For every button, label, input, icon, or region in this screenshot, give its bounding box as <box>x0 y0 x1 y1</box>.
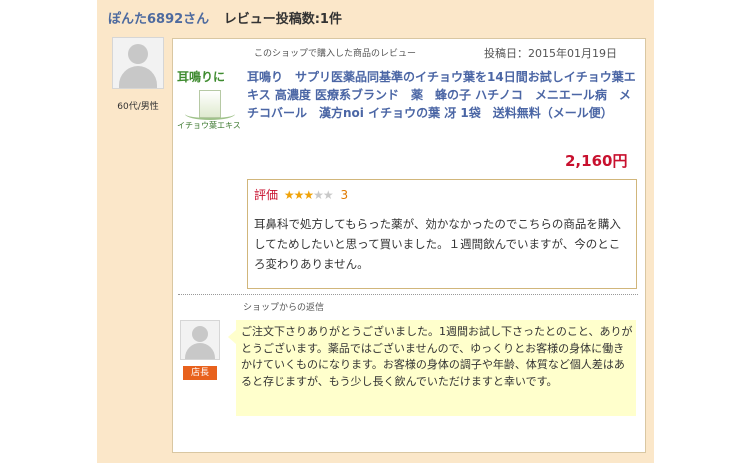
shop-purchase-note: このショップで購入した商品のレビュー <box>254 49 417 59</box>
product-price: 2,160円 <box>565 152 628 170</box>
reviewer-header: ぽんた6892さん レビュー投稿数:1件 <box>108 8 342 27</box>
reviewer-age-gender: 60代/男性 <box>117 102 159 112</box>
stars-filled: ★★★ <box>283 188 314 202</box>
store-manager-badge: 店長 <box>183 366 217 380</box>
avatar-head-shape <box>192 326 208 342</box>
post-date: 投稿日：2015年01月19日 <box>484 47 617 60</box>
shop-reply-label: ショップからの返信 <box>243 303 325 313</box>
rating-stars-icon: ★★★★★ <box>283 188 334 202</box>
rating-label: 評価 <box>254 188 279 202</box>
rating-score: 3 <box>340 188 349 202</box>
rating-row: 評価 ★★★★★ 3 <box>254 186 348 203</box>
reviewer-name-link[interactable]: ぽんた6892さん <box>108 12 209 27</box>
avatar-shoulders-shape <box>185 343 215 359</box>
review-text: 耳鼻科で処方してもらった薬が、効かなかったのでこちらの商品を購入してためしたいと… <box>254 217 621 271</box>
section-divider <box>178 294 638 295</box>
stars-empty: ★★ <box>313 188 333 202</box>
shop-reply-bubble: ご注文下さりありがとうございました。1週間お試し下さったとのこと、ありがとうござ… <box>228 320 636 416</box>
leaf-swoosh-icon <box>185 108 235 120</box>
product-title-link[interactable]: 耳鳴り サプリ医薬品同基準のイチョウ葉を14日間お試しイチョウ葉エキス 高濃度 … <box>247 68 637 122</box>
shop-staff-avatar-icon <box>180 320 220 360</box>
avatar-head-shape <box>128 44 148 64</box>
avatar-shoulders-shape <box>119 66 157 88</box>
thumbnail-subcaption: イチョウ葉エキス <box>177 121 241 130</box>
reviewer-profile: 60代/男性 <box>107 37 169 112</box>
product-thumbnail[interactable]: 耳鳴りに イチョウ葉エキス <box>177 68 241 134</box>
shop-staff-profile: 店長 <box>180 320 220 380</box>
shop-reply-text: ご注文下さりありがとうございました。1週間お試し下さったとのこと、ありがとうござ… <box>241 325 633 388</box>
thumbnail-caption: 耳鳴りに <box>177 70 226 84</box>
review-body-box: 評価 ★★★★★ 3 耳鼻科で処方してもらった薬が、効かなかったのでこちらの商品… <box>247 179 637 289</box>
reviewer-avatar-icon[interactable] <box>112 37 164 89</box>
review-count: レビュー投稿数:1件 <box>223 12 342 27</box>
